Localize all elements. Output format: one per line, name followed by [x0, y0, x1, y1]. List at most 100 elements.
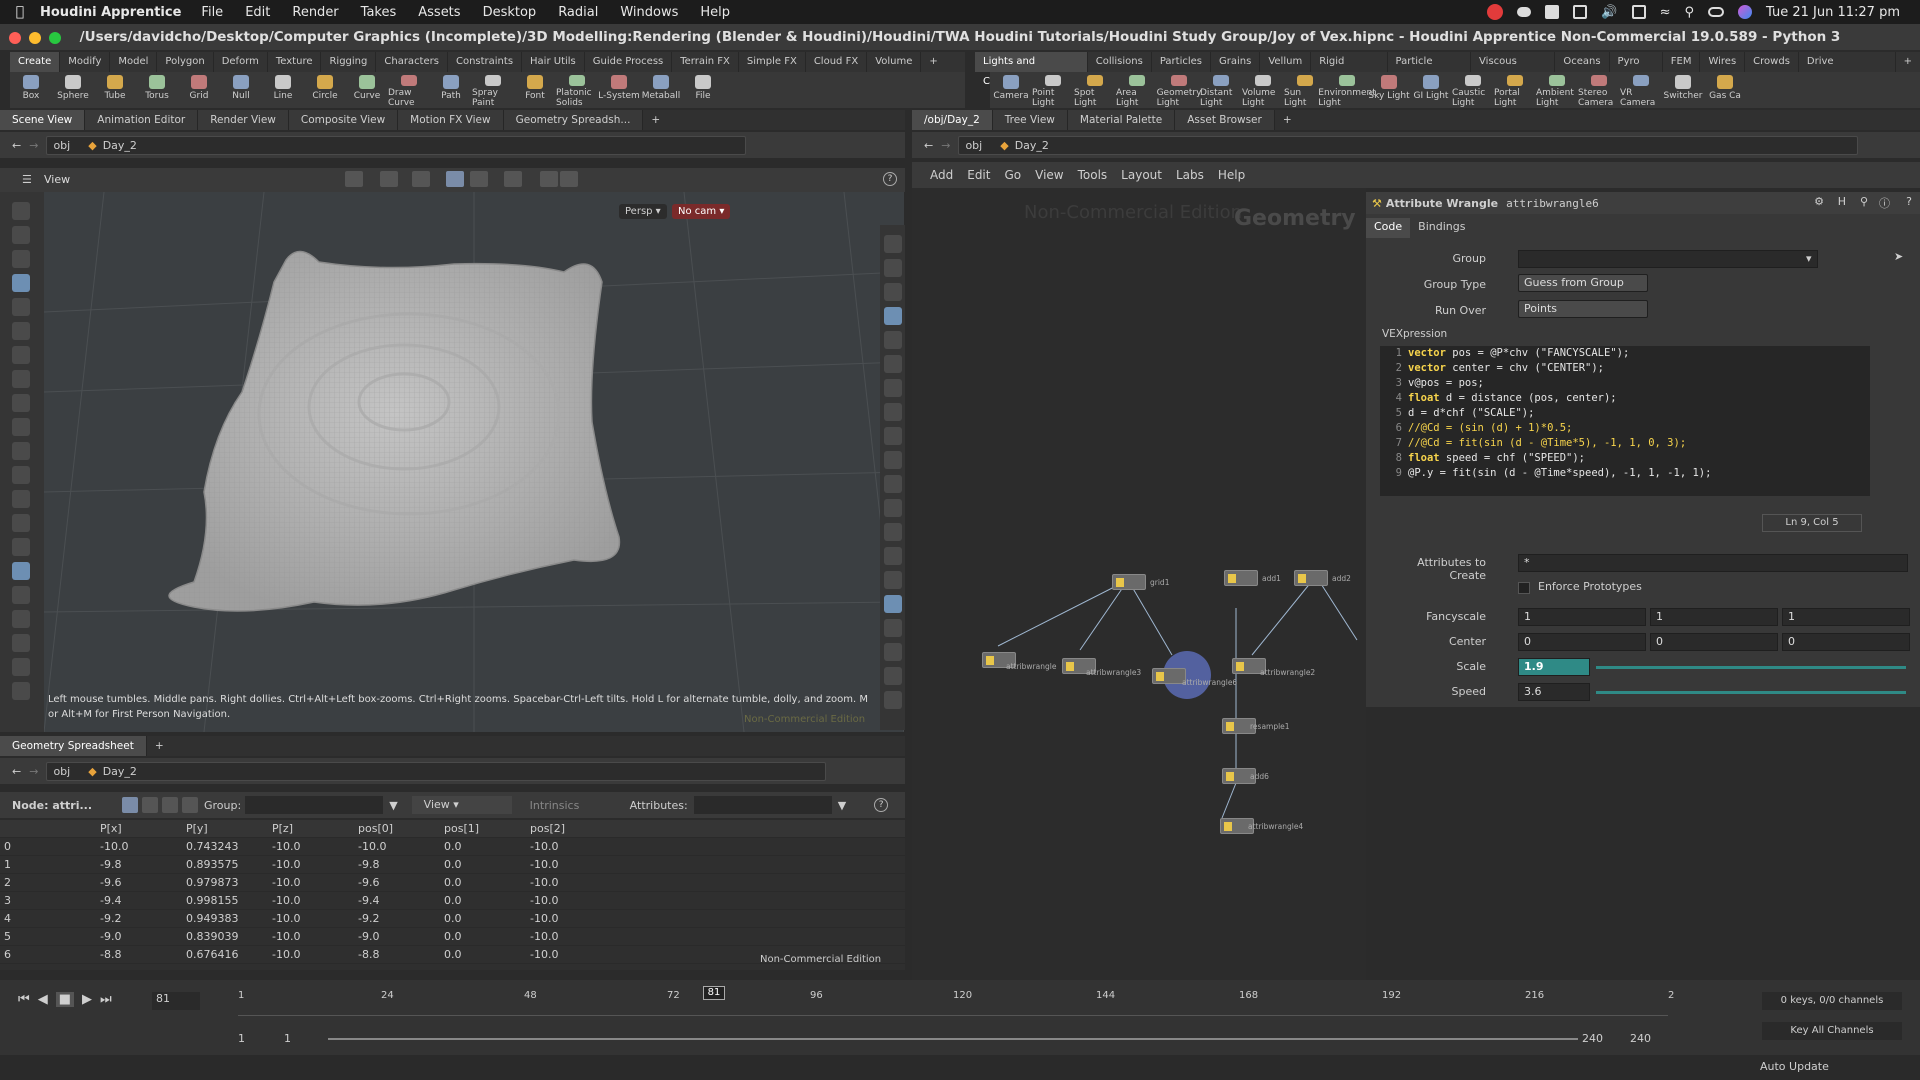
range-start2-field[interactable]: 1	[284, 1032, 291, 1045]
shelf-tool[interactable]: Area Light	[1116, 72, 1158, 108]
shelf-tool[interactable]: Draw Curve	[388, 72, 430, 108]
menu-radial[interactable]: Radial	[558, 5, 598, 20]
siri-icon[interactable]	[1738, 5, 1753, 19]
table-row[interactable]: 3 -9.4 0.998155 -10.0 -9.4 0.0 -10.0	[0, 892, 905, 910]
viewport-tool-icon[interactable]	[12, 202, 30, 220]
help-icon[interactable]: ?	[1906, 195, 1912, 208]
detail-icon[interactable]	[182, 797, 198, 813]
gear-icon[interactable]: ⚙	[1814, 195, 1824, 208]
add-shelf-tab-button[interactable]: +	[921, 52, 945, 72]
forward-arrow-icon[interactable]: →	[941, 139, 950, 152]
shelf-tool[interactable]: Grid	[178, 72, 220, 108]
fancyscale-x[interactable]: 1	[1518, 608, 1646, 626]
menu-add[interactable]: Add	[930, 168, 953, 182]
viewport-tool-icon[interactable]	[884, 283, 902, 301]
viewport-tool-icon[interactable]	[884, 643, 902, 661]
menu-tools[interactable]: Tools	[1078, 168, 1108, 182]
table-row[interactable]: 4 -9.2 0.949383 -10.0 -9.2 0.0 -10.0	[0, 910, 905, 928]
viewport-tool-icon[interactable]	[884, 355, 902, 373]
speed-slider[interactable]	[1596, 691, 1906, 694]
search-icon[interactable]: ⚲	[1860, 195, 1868, 208]
speed-field[interactable]: 3.6	[1518, 683, 1590, 701]
primitives-icon[interactable]	[162, 797, 178, 813]
node-add2[interactable]	[1294, 570, 1328, 586]
menu-go[interactable]: Go	[1004, 168, 1021, 182]
tab-code[interactable]: Code	[1366, 218, 1411, 238]
auto-update-dropdown[interactable]: Auto Update	[1760, 1060, 1829, 1073]
view-dropdown[interactable]: View ▾	[411, 796, 512, 814]
wifi-icon[interactable]: ≈	[1660, 5, 1671, 20]
tab-geometry-spreadsheet[interactable]: Geometry Spreadsh...	[503, 110, 644, 130]
h-icon[interactable]: H	[1838, 195, 1846, 208]
shelf-tab[interactable]: Pyro FX	[1610, 52, 1663, 87]
table-row[interactable]: 1 -9.8 0.893575 -10.0 -9.8 0.0 -10.0	[0, 856, 905, 874]
range-start-field[interactable]: 1	[238, 1032, 245, 1045]
apple-icon[interactable]: 	[0, 4, 40, 20]
tab-asset-browser[interactable]: Asset Browser	[1175, 110, 1275, 130]
node-flag[interactable]	[986, 656, 994, 665]
display-option-icon[interactable]	[560, 171, 578, 187]
display-option-icon[interactable]	[504, 171, 522, 187]
network-editor[interactable]: Non-Commercial Edition Geometry grid1 add…	[912, 188, 1366, 980]
display-option-icon[interactable]	[470, 171, 488, 187]
shelf-tool[interactable]: Caustic Light	[1452, 72, 1494, 108]
menu-takes[interactable]: Takes	[361, 5, 397, 20]
viewport-tool-icon[interactable]	[12, 610, 30, 628]
display-option-icon[interactable]	[540, 171, 558, 187]
viewport-tool-icon[interactable]	[12, 346, 30, 364]
close-window-button[interactable]	[9, 32, 21, 44]
jump-start-icon[interactable]: ⏮	[18, 992, 30, 1007]
run-over-dropdown[interactable]: Points	[1518, 300, 1648, 318]
node-name-field[interactable]: attribwrangle6	[1506, 197, 1599, 210]
viewport-tool-icon[interactable]	[12, 538, 30, 556]
tab-scene-view[interactable]: Scene View	[0, 110, 86, 130]
spreadsheet-table[interactable]: P[x] P[y] P[z] pos[0] pos[1] pos[2] 0 -10.0 0.7…	[0, 820, 905, 970]
shelf-tab[interactable]: Rigid Bodies	[1311, 52, 1388, 87]
column-header[interactable]: P[x]	[96, 822, 182, 835]
node-crumb[interactable]: Day_2	[103, 139, 137, 152]
shelf-tab[interactable]: Drive Simulation	[1799, 52, 1896, 87]
shelf-tab[interactable]: Terrain FX	[672, 52, 739, 72]
node-crumb[interactable]: Day_2	[1015, 139, 1049, 152]
node-crumb[interactable]: Day_2	[103, 765, 137, 778]
shelf-tool[interactable]: Circle	[304, 72, 346, 108]
record-icon[interactable]	[1487, 4, 1504, 20]
menu-render[interactable]: Render	[292, 5, 338, 20]
obj-crumb[interactable]: obj	[965, 139, 982, 152]
step-back-icon[interactable]: ◀	[38, 992, 48, 1007]
attributes-filter-field[interactable]	[693, 796, 832, 814]
forward-arrow-icon[interactable]: →	[29, 765, 38, 778]
shelf-tab[interactable]: Model	[110, 52, 158, 72]
tab-composite-view[interactable]: Composite View	[288, 110, 399, 130]
stop-icon[interactable]: ■	[55, 992, 74, 1007]
viewport-tool-icon[interactable]	[884, 523, 902, 541]
intrinsics-dropdown[interactable]: Intrinsics	[520, 799, 630, 812]
tab-network[interactable]: /obj/Day_2	[912, 110, 993, 130]
filter-icon[interactable]: ▼	[389, 799, 397, 812]
viewport-tool-icon[interactable]	[884, 451, 902, 469]
vex-code-editor[interactable]: 1 vector pos = @P*chv ("FANCYSCALE"); 2 vec…	[1380, 346, 1870, 496]
center-y[interactable]: 0	[1650, 633, 1778, 651]
viewport-tool-icon[interactable]	[12, 370, 30, 388]
scale-slider[interactable]	[1596, 666, 1906, 669]
zoom-window-button[interactable]	[49, 32, 61, 44]
column-header[interactable]: P[z]	[268, 822, 354, 835]
viewport-tool-icon[interactable]	[884, 403, 902, 421]
shelf-tool[interactable]: GI Light	[1410, 72, 1452, 108]
menu-help[interactable]: Help	[1218, 168, 1245, 182]
fancyscale-y[interactable]: 1	[1650, 608, 1778, 626]
shelf-tool[interactable]: Sky Light	[1368, 72, 1410, 108]
menu-view[interactable]: View	[1035, 168, 1063, 182]
node-flag[interactable]	[1224, 822, 1232, 831]
viewport-tool-icon[interactable]	[884, 307, 902, 325]
shelf-tool[interactable]: Spray Paint	[472, 72, 514, 108]
app-menu[interactable]: Houdini Apprentice	[40, 5, 181, 20]
shelf-tab[interactable]: FEM	[1663, 52, 1701, 72]
viewport-tool-icon[interactable]	[884, 547, 902, 565]
node-flag[interactable]	[1066, 662, 1074, 671]
shelf-tab[interactable]: Oceans	[1555, 52, 1610, 72]
shelf-tool[interactable]: Gas Ca	[1704, 72, 1746, 108]
group-type-dropdown[interactable]: Guess from Group	[1518, 274, 1648, 292]
viewport-tool-icon[interactable]	[12, 682, 30, 700]
viewport-tool-icon[interactable]	[884, 259, 902, 277]
